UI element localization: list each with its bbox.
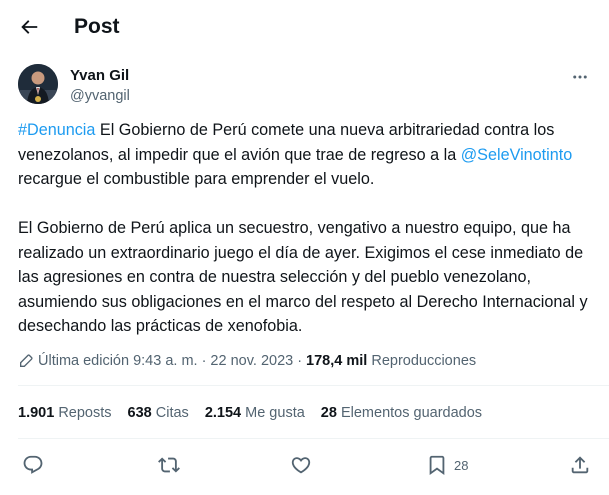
tweet-meta: Última edición 9:43 a. m. · 22 nov. 2023… (18, 351, 476, 371)
hashtag-link[interactable]: #Denuncia (18, 121, 95, 139)
bookmark-icon (429, 455, 445, 476)
arrow-left-icon (21, 20, 38, 34)
reply-icon (23, 455, 43, 474)
engagement-stats: 1.901 Reposts 638 Citas 2.154 Me gusta 2… (18, 403, 482, 423)
repost-button[interactable] (158, 450, 180, 480)
action-bar: 28 (18, 450, 591, 480)
stat-label: Reposts (58, 405, 112, 421)
heart-icon (291, 457, 311, 474)
top-bar: Post (0, 0, 609, 54)
edited-time-link[interactable]: Última edición 9:43 a. m. (38, 351, 198, 371)
more-dots-icon (573, 75, 587, 79)
stat-label: Citas (155, 405, 189, 421)
tweet-paragraph-2: El Gobierno de Perú aplica un secuestro,… (18, 219, 588, 335)
tweet-text-segment: recargue el combustible para emprender e… (18, 170, 375, 188)
stat-label: Elementos guardados (340, 405, 483, 421)
bookmark-count: 28 (454, 457, 469, 473)
stat-count: 1.901 (18, 405, 55, 421)
avatar[interactable] (18, 64, 58, 104)
mention-link[interactable]: @SeleVinotinto (461, 146, 573, 164)
stat-count: 638 (127, 405, 152, 421)
share-icon (571, 456, 589, 474)
stat-count: 28 (320, 405, 337, 421)
separator: · (297, 353, 303, 369)
page-title: Post (74, 15, 120, 38)
stat-reposts[interactable]: 1.901 Reposts (18, 403, 112, 423)
bookmark-button[interactable]: 28 (426, 450, 468, 480)
author-name[interactable]: Yvan Gil (70, 67, 129, 85)
views-label: Reproducciones (371, 353, 477, 369)
tweet-text: #Denuncia El Gobierno de Perú comete una… (18, 118, 598, 339)
back-button[interactable] (14, 12, 44, 42)
separator: · (201, 353, 207, 369)
divider (18, 385, 609, 386)
stat-quotes[interactable]: 638 Citas (128, 403, 189, 423)
like-button[interactable] (290, 450, 312, 480)
author-handle[interactable]: @yvangil (70, 87, 130, 105)
post-date-link[interactable]: 22 nov. 2023 (210, 351, 293, 371)
tweet-author: Yvan Gil @yvangil (18, 64, 591, 106)
more-options-button[interactable] (569, 66, 591, 88)
reply-button[interactable] (22, 450, 44, 480)
pencil-icon (18, 353, 34, 369)
repost-icon (158, 457, 180, 473)
stat-bookmarks[interactable]: 28 Elementos guardados (321, 403, 482, 423)
views-count: 178,4 mil (306, 353, 368, 369)
divider (18, 438, 609, 439)
share-button[interactable] (569, 450, 591, 480)
tweet-paragraph-1: #Denuncia El Gobierno de Perú comete una… (18, 118, 598, 192)
stat-count: 2.154 (204, 405, 242, 421)
stat-likes[interactable]: 2.154 Me gusta (205, 403, 305, 423)
stat-label: Me gusta (245, 405, 305, 421)
